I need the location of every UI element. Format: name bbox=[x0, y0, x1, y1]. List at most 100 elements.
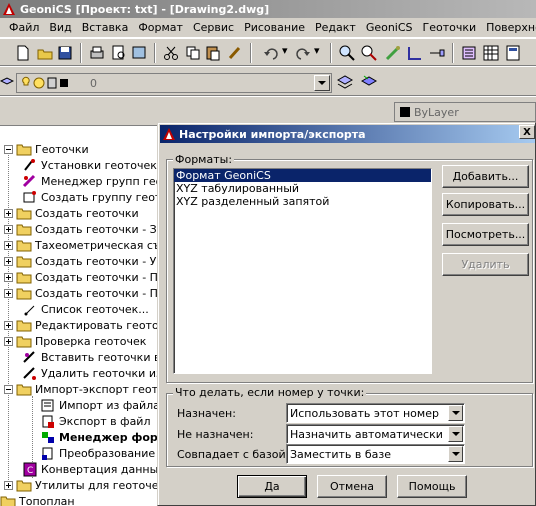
zoom-window-icon[interactable] bbox=[360, 44, 378, 62]
tree-item-transform[interactable]: Преобразование bbox=[40, 445, 155, 461]
copy-format-button[interactable]: Копировать... bbox=[442, 193, 529, 216]
expand-icon[interactable] bbox=[4, 240, 13, 250]
collapse-icon[interactable] bbox=[4, 384, 13, 394]
tool-palettes-icon[interactable] bbox=[504, 44, 522, 62]
properties-icon[interactable] bbox=[460, 44, 478, 62]
tree-item-create-group[interactable]: Создать группу геоточек bbox=[22, 189, 159, 205]
match-db-select[interactable]: Заместить в базе bbox=[286, 444, 465, 464]
not-assigned-select-value: Назначить автоматически bbox=[290, 427, 443, 441]
save-icon[interactable] bbox=[56, 44, 74, 62]
import-export-settings-dialog: Настройки импорта/экспорта X Форматы: Фо… bbox=[157, 122, 536, 506]
menu-geonics[interactable]: GeoniCS bbox=[361, 21, 418, 34]
undo-icon[interactable] bbox=[262, 44, 280, 62]
layer-manager-icon[interactable] bbox=[0, 73, 14, 91]
menu-tools[interactable]: Сервис bbox=[188, 21, 239, 34]
cancel-button[interactable]: Отмена bbox=[317, 475, 387, 498]
cut-icon[interactable] bbox=[162, 44, 180, 62]
delete-format-button[interactable]: Удалить bbox=[442, 253, 529, 276]
match-properties-icon[interactable] bbox=[226, 44, 244, 62]
tree-item-import-export[interactable]: Импорт-экспорт геоточ bbox=[4, 381, 159, 397]
add-format-button[interactable]: Добавить... bbox=[442, 165, 529, 188]
format-item[interactable]: Формат GeoniCS bbox=[174, 169, 431, 182]
chevron-down-icon[interactable] bbox=[448, 446, 463, 462]
expand-icon[interactable] bbox=[4, 336, 13, 346]
preview-icon[interactable] bbox=[110, 44, 128, 62]
menu-draw[interactable]: Рисование bbox=[239, 21, 310, 34]
color-control-select[interactable]: ByLayer bbox=[394, 102, 536, 122]
folder-icon bbox=[16, 256, 32, 267]
make-layer-current-icon[interactable] bbox=[336, 72, 354, 90]
menu-geopoints[interactable]: Геоточки bbox=[418, 21, 482, 34]
paste-icon[interactable] bbox=[204, 44, 222, 62]
menu-view[interactable]: Вид bbox=[44, 21, 76, 34]
tree-item-geopoint-settings[interactable]: Установки геоточек bbox=[22, 157, 157, 173]
new-file-icon[interactable] bbox=[14, 44, 32, 62]
chevron-down-icon[interactable] bbox=[448, 405, 463, 421]
layer-previous-icon[interactable] bbox=[360, 72, 378, 90]
ucs-icon[interactable] bbox=[406, 44, 424, 62]
zoom-realtime-icon[interactable] bbox=[338, 44, 356, 62]
tree-item-label: Создать геоточки - За bbox=[35, 222, 160, 236]
formats-listbox[interactable]: Формат GeoniCS XYZ табулированный XYZ ра… bbox=[173, 168, 432, 374]
menu-surfaces[interactable]: Поверхности bbox=[481, 21, 536, 34]
tree-item-import-from-file[interactable]: Импорт из файла bbox=[40, 397, 159, 413]
dialog-close-button[interactable]: X bbox=[519, 125, 535, 139]
open-icon[interactable] bbox=[36, 44, 54, 62]
tree-item-group-manager[interactable]: Менеджер групп геоточек bbox=[22, 173, 159, 189]
ok-button[interactable]: Да bbox=[237, 475, 307, 498]
expand-icon[interactable] bbox=[4, 208, 13, 218]
menubar: Файл Вид Вставка Формат Сервис Рисование… bbox=[0, 18, 536, 38]
tree-item-utilities[interactable]: Утилиты для геоточек bbox=[4, 477, 160, 493]
tree-item-edit-points[interactable]: Редактировать геоточ bbox=[4, 317, 160, 333]
layer-select[interactable]: 0 bbox=[16, 73, 332, 93]
assigned-select[interactable]: Использовать этот номер bbox=[286, 403, 465, 423]
tree-item-label: Редактировать геоточ bbox=[35, 318, 160, 332]
menu-file[interactable]: Файл bbox=[4, 21, 44, 34]
geonics-tree-panel: Геоточки Установки геоточек Менеджер гру… bbox=[0, 126, 160, 506]
layer-dropdown-arrow[interactable] bbox=[314, 75, 330, 91]
expand-icon[interactable] bbox=[4, 288, 13, 298]
expand-icon[interactable] bbox=[4, 256, 13, 266]
tree-item-tacheometry[interactable]: Тахеометрическая съ bbox=[4, 237, 159, 253]
design-center-icon[interactable] bbox=[482, 44, 500, 62]
view-format-button[interactable]: Посмотреть... bbox=[442, 223, 529, 246]
tree-item-format-manager[interactable]: Менеджер форм bbox=[40, 429, 159, 445]
expand-icon[interactable] bbox=[4, 272, 13, 282]
expand-icon[interactable] bbox=[4, 480, 13, 490]
menu-insert[interactable]: Вставка bbox=[77, 21, 134, 34]
folder-icon bbox=[0, 496, 16, 506]
redo-dropdown-icon[interactable]: ▾ bbox=[314, 44, 322, 62]
distance-icon[interactable] bbox=[428, 44, 446, 62]
tree-item-points-list[interactable]: Список геоточек... bbox=[22, 301, 149, 317]
menu-edit[interactable]: Редакт bbox=[310, 21, 361, 34]
expand-icon[interactable] bbox=[4, 224, 13, 234]
copy-icon[interactable] bbox=[184, 44, 202, 62]
format-item[interactable]: XYZ табулированный bbox=[174, 182, 431, 195]
publish-icon[interactable] bbox=[130, 44, 148, 62]
tree-item-create-points-uk[interactable]: Создать геоточки - Ук bbox=[4, 253, 160, 269]
tree-item-check-points[interactable]: Проверка геоточек bbox=[4, 333, 146, 349]
menu-format[interactable]: Формат bbox=[133, 21, 188, 34]
collapse-icon[interactable] bbox=[4, 144, 13, 154]
expand-icon[interactable] bbox=[4, 320, 13, 330]
tree-item-geopoints[interactable]: Геоточки bbox=[4, 141, 89, 157]
print-icon[interactable] bbox=[88, 44, 106, 62]
tree-item-create-points-pr[interactable]: Создать геоточки - Пр bbox=[4, 269, 159, 285]
tree-item-insert-points[interactable]: Вставить геоточки в ч bbox=[22, 349, 159, 365]
tree-item-topoplan[interactable]: Топоплан bbox=[0, 493, 75, 506]
help-button[interactable]: Помощь bbox=[397, 475, 467, 498]
tree-item-export-to-file[interactable]: Экспорт в файл bbox=[40, 413, 151, 429]
chevron-down-icon[interactable] bbox=[448, 426, 463, 442]
tree-item-create-points[interactable]: Создать геоточки bbox=[4, 205, 139, 221]
tree-item-label: Создать геоточки - Ук bbox=[35, 254, 160, 268]
tree-item-create-points-po[interactable]: Создать геоточки - По bbox=[4, 285, 159, 301]
tree-item-create-points-za[interactable]: Создать геоточки - За bbox=[4, 221, 160, 237]
not-assigned-select[interactable]: Назначить автоматически bbox=[286, 424, 465, 444]
pan-icon[interactable] bbox=[384, 44, 402, 62]
tree-item-remove-points[interactable]: Удалить геоточки из ч bbox=[22, 365, 159, 381]
format-item[interactable]: XYZ разделенный запятой bbox=[174, 195, 431, 208]
redo-icon[interactable] bbox=[294, 44, 312, 62]
undo-dropdown-icon[interactable]: ▾ bbox=[282, 44, 290, 62]
tree-item-label: Утилиты для геоточек bbox=[35, 478, 160, 492]
tree-item-convert-data[interactable]: C Конвертация данных bbox=[22, 461, 159, 477]
